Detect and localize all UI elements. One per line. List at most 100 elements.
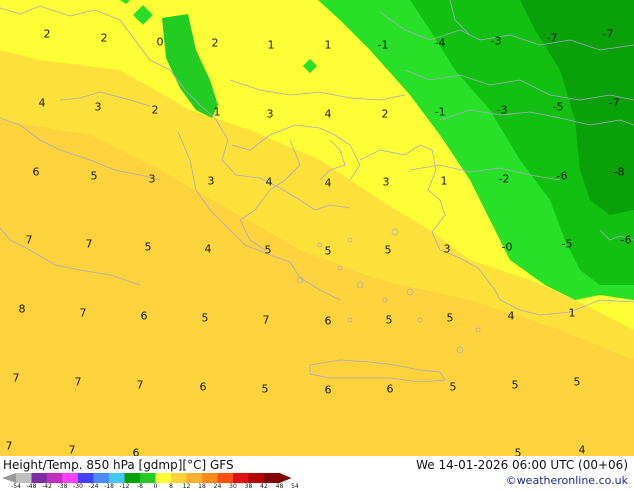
temperature-label: 7	[262, 313, 270, 327]
temperature-label: 2	[381, 107, 389, 121]
temperature-label: 4	[204, 242, 212, 256]
map-title: Height/Temp. 850 hPa [gdmp][°C] GFS	[3, 458, 234, 472]
colorbar-tick: 12	[182, 483, 191, 490]
temperature-label: -1	[434, 105, 446, 119]
temperature-label: 4	[324, 176, 332, 190]
colorbar-swatch	[171, 473, 187, 483]
colorbar-tick: -42	[42, 483, 52, 490]
colorbar-swatch	[47, 473, 63, 483]
temperature-label: 6	[324, 314, 332, 328]
temperature-label: 5	[261, 382, 269, 396]
colorbar-swatch	[78, 473, 94, 483]
colorbar-tick: 18	[198, 483, 206, 490]
colorbar-swatch	[202, 473, 218, 483]
temperature-label: -5	[561, 237, 573, 251]
temperature-label: 5	[201, 311, 209, 325]
temperature-label: 7	[85, 237, 93, 251]
temperature-label: 5	[384, 243, 392, 257]
temperature-label: -1	[377, 38, 389, 52]
colorbar-tick: -18	[104, 483, 114, 490]
temperature-label: -6	[620, 233, 632, 247]
temperature-label: -0	[501, 240, 513, 254]
temperature-label: 7	[25, 233, 33, 247]
temperature-label: 5	[385, 313, 393, 327]
temperature-label: 5	[324, 244, 332, 258]
temperature-label: 7	[79, 306, 87, 320]
map-footer: Height/Temp. 850 hPa [gdmp][°C] GFS We 1…	[0, 456, 634, 490]
temperature-label: 6	[386, 382, 394, 396]
temperature-label: 3	[148, 172, 156, 186]
temperature-label: -3	[496, 103, 508, 117]
colorbar-tick: -54	[11, 483, 21, 490]
colorbar-tick: -48	[26, 483, 37, 490]
temperature-label: -5	[552, 100, 564, 114]
colorbar-tick: 24	[213, 483, 222, 490]
temperature-label: 4	[507, 309, 515, 323]
map-canvas	[0, 0, 634, 456]
colorbar-tick: 0	[153, 483, 158, 490]
temperature-label: 5	[90, 169, 98, 183]
colorbar-tick: 42	[260, 483, 268, 490]
temperature-label: 0	[156, 35, 164, 49]
colorbar-tick: -8	[137, 483, 143, 490]
temperature-label: 6	[132, 446, 140, 457]
colorbar-swatch	[31, 473, 48, 483]
temperature-label: 3	[443, 242, 451, 256]
temperature-label: -4	[434, 36, 446, 50]
temperature-label: 5	[573, 375, 581, 389]
temperature-label: 3	[382, 175, 390, 189]
colorbar-tick: 48	[275, 483, 284, 490]
temperature-label: -6	[556, 169, 568, 183]
temperature-label: -2	[498, 172, 510, 186]
forecast-timestamp: We 14-01-2026 06:00 UTC (00+06)	[416, 458, 628, 472]
temperature-label: 8	[18, 302, 26, 316]
temperature-label: -7	[546, 31, 558, 45]
temperature-label: 3	[94, 100, 102, 114]
temperature-label: 2	[43, 27, 51, 41]
temperature-label: 4	[38, 96, 46, 110]
colorbar-tick: -30	[73, 483, 83, 490]
colorbar-tick: 38	[244, 483, 253, 490]
colorbar-tick: 54	[291, 483, 299, 490]
colorbar-swatch	[124, 473, 141, 483]
colorbar-swatch	[93, 473, 110, 483]
colorbar-tick: 8	[169, 483, 173, 490]
colorbar-arrow-right	[279, 473, 292, 483]
temperature-label: 4	[578, 443, 586, 456]
colorbar-swatch	[140, 473, 156, 483]
temperature-label: 2	[100, 31, 108, 45]
temperature-label: 1	[267, 38, 275, 52]
temperature-label: 2	[211, 36, 219, 50]
temperature-label: 6	[199, 380, 207, 394]
temperature-label: -8	[613, 165, 625, 179]
temperature-label: 1	[324, 38, 332, 52]
colorbar-swatch	[62, 473, 79, 483]
temperature-label: 6	[32, 165, 40, 179]
temperature-label: 5	[511, 378, 519, 392]
temperature-label: 7	[12, 371, 20, 385]
colorbar-swatch	[217, 473, 234, 483]
site-credit[interactable]: ©weatheronline.co.uk	[506, 475, 628, 486]
colorbar-swatch	[264, 473, 280, 483]
colorbar-swatch	[109, 473, 125, 483]
temperature-label: 5	[264, 243, 272, 257]
temperature-label: 1	[440, 174, 448, 188]
temperature-label: 5	[144, 240, 152, 254]
temperature-label: 4	[324, 107, 332, 121]
temperature-label: 2	[151, 103, 159, 117]
temperature-label: -7	[608, 96, 620, 110]
colorbar-swatch	[248, 473, 265, 483]
colorbar-arrow-left	[2, 473, 16, 483]
temperature-map: 2 2 0 2 1 1 -1 -4 -3 -7 -7 4 3 2 1 3 4 2 -1 -3 -5 -7 6 5 3 3 4 4 3 1 -…	[0, 0, 634, 456]
temperature-label: 1	[568, 306, 576, 320]
colorbar-tick: -38	[57, 483, 68, 490]
temperature-label: 1	[213, 105, 221, 119]
temperature-label: 5	[514, 446, 522, 457]
temperature-label: 7	[5, 439, 13, 453]
temperature-label: -3	[490, 34, 502, 48]
temperature-label: 7	[68, 443, 76, 456]
colorbar-swatch	[186, 473, 203, 483]
temperature-label: 6	[324, 383, 332, 397]
temperature-label: 3	[207, 174, 215, 188]
temperature-label: 4	[265, 175, 273, 189]
